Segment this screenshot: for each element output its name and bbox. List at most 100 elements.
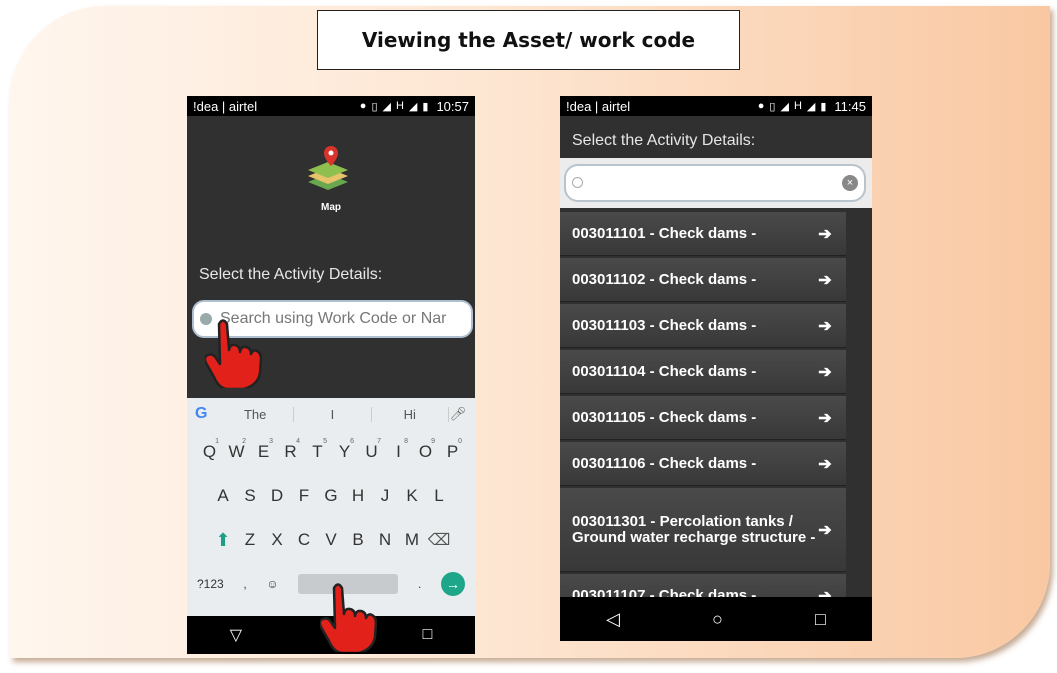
key-n[interactable]: N xyxy=(372,530,399,550)
key-e[interactable]: E xyxy=(258,442,269,461)
arrow-right-icon: ➔ xyxy=(818,521,832,539)
key-number-hint: 5 xyxy=(323,438,327,445)
keyboard-row-1: Q1W2E3R4T5Y6U7I8O9P0 xyxy=(187,430,475,474)
activity-item-label: 003011104 - Check dams - xyxy=(572,363,757,380)
key-cell: P0 xyxy=(439,438,466,462)
key-y[interactable]: Y xyxy=(339,442,350,461)
key-z[interactable]: Z xyxy=(237,530,264,550)
slide-background xyxy=(10,6,1050,658)
map-icon xyxy=(308,146,348,190)
arrow-right-icon: ➔ xyxy=(818,271,832,289)
status-bar: !dea | airtel ● ▯ ◢ H ◢ ▮ 11:45 xyxy=(560,96,872,116)
activity-item-label: 003011301 - Percolation tanks / Ground w… xyxy=(572,512,816,546)
google-icon[interactable]: G xyxy=(195,405,217,423)
arrow-right-icon: ➔ xyxy=(818,455,832,473)
back-icon[interactable]: ▽ xyxy=(230,625,242,645)
keyboard-row-2: ASDFGHJKL xyxy=(187,474,475,518)
activity-search-input[interactable]: × xyxy=(564,164,866,202)
key-f[interactable]: F xyxy=(291,486,318,506)
home-icon[interactable]: ○ xyxy=(712,609,723,630)
key-p[interactable]: P xyxy=(447,442,458,461)
recents-icon[interactable]: □ xyxy=(815,609,826,630)
key-v[interactable]: V xyxy=(318,530,345,550)
activity-list-item[interactable]: 003011101 - Check dams - ➔ xyxy=(560,212,846,256)
key-cell: U7 xyxy=(358,438,385,462)
signal-icon: ◢ xyxy=(806,100,816,113)
phone-screenshot-right: !dea | airtel ● ▯ ◢ H ◢ ▮ 11:45 Select t… xyxy=(560,96,872,641)
activity-list-item[interactable]: 003011105 - Check dams - ➔ xyxy=(560,396,846,440)
key-s[interactable]: S xyxy=(237,486,264,506)
key-cell: I8 xyxy=(385,438,412,462)
key-number-hint: 8 xyxy=(404,438,408,445)
key-c[interactable]: C xyxy=(291,530,318,550)
activity-list-item[interactable]: 003011301 - Percolation tanks / Ground w… xyxy=(560,488,846,572)
activity-details-heading: Select the Activity Details: xyxy=(572,132,756,149)
key-number-hint: 1 xyxy=(215,438,219,445)
key-h[interactable]: H xyxy=(345,486,372,506)
key-m[interactable]: M xyxy=(399,530,426,550)
key-cell: R4 xyxy=(277,438,304,462)
comma-key[interactable]: , xyxy=(243,577,246,591)
clear-icon[interactable]: × xyxy=(842,175,858,191)
key-cell: T5 xyxy=(304,438,331,462)
key-a[interactable]: A xyxy=(210,486,237,506)
network-type: H xyxy=(793,100,802,112)
key-t[interactable]: T xyxy=(312,442,322,461)
map-app-button[interactable]: Map xyxy=(187,116,475,236)
keyboard-row-3: ⬆ Z X C V B N M ⌫ xyxy=(187,518,475,562)
pointer-hand-icon xyxy=(205,319,263,388)
activity-list-item[interactable]: 003011106 - Check dams - ➔ xyxy=(560,442,846,486)
key-j[interactable]: J xyxy=(372,486,399,506)
vibrate-icon: ▯ xyxy=(769,100,776,113)
microphone-icon[interactable]: 🎤︎ xyxy=(449,406,467,422)
key-g[interactable]: G xyxy=(318,486,345,506)
suggestion-item[interactable]: Hi xyxy=(372,406,449,422)
numbers-key[interactable]: ?123 xyxy=(197,577,224,591)
key-i[interactable]: I xyxy=(396,442,401,461)
signal-icon: ◢ xyxy=(408,100,418,113)
key-cell: Y6 xyxy=(331,438,358,462)
key-number-hint: 4 xyxy=(296,438,300,445)
activity-item-label: 003011101 - Check dams - xyxy=(572,225,757,242)
backspace-icon[interactable]: ⌫ xyxy=(426,530,453,550)
recents-icon[interactable]: □ xyxy=(423,626,433,644)
signal-icon: ◢ xyxy=(382,100,391,113)
key-l[interactable]: L xyxy=(426,486,453,506)
vibrate-icon: ▯ xyxy=(371,100,378,113)
shift-key[interactable]: ⬆ xyxy=(210,530,237,551)
location-icon: ● xyxy=(757,100,765,112)
network-type: H xyxy=(395,100,404,112)
carrier-label: !dea | airtel xyxy=(566,98,631,114)
activity-list-item[interactable]: 003011103 - Check dams - ➔ xyxy=(560,304,846,348)
key-number-hint: 9 xyxy=(431,438,435,445)
key-u[interactable]: U xyxy=(365,442,377,461)
key-cell: O9 xyxy=(412,438,439,462)
period-key[interactable]: . xyxy=(418,577,421,591)
enter-key[interactable]: → xyxy=(440,572,465,596)
arrow-right-icon: ➔ xyxy=(818,363,832,381)
battery-icon: ▮ xyxy=(820,100,827,113)
activity-list-item[interactable]: 003011104 - Check dams - ➔ xyxy=(560,350,846,394)
activity-item-label: 003011102 - Check dams - xyxy=(572,271,757,288)
battery-icon: ▮ xyxy=(422,100,429,113)
pointer-hand-icon xyxy=(320,583,378,652)
key-x[interactable]: X xyxy=(264,530,291,550)
key-number-hint: 7 xyxy=(377,438,381,445)
suggestion-item[interactable]: The xyxy=(217,406,295,422)
key-r[interactable]: R xyxy=(284,442,296,461)
status-bar: !dea | airtel ● ▯ ◢ H ◢ ▮ 10:57 xyxy=(187,96,475,116)
suggestion-item[interactable]: I xyxy=(294,406,372,422)
key-number-hint: 0 xyxy=(458,438,462,445)
back-icon[interactable]: ◁ xyxy=(606,609,620,630)
clock: 11:45 xyxy=(834,98,866,114)
key-k[interactable]: K xyxy=(399,486,426,506)
activity-list-item[interactable]: 003011102 - Check dams - ➔ xyxy=(560,258,846,302)
key-b[interactable]: B xyxy=(345,530,372,550)
activity-item-label: 003011106 - Check dams - xyxy=(572,455,757,472)
activity-details-heading: Select the Activity Details: xyxy=(199,266,383,283)
emoji-icon[interactable]: ☺ xyxy=(266,577,278,591)
navigation-bar: ◁ ○ □ xyxy=(560,597,872,641)
key-cell: Q1 xyxy=(196,438,223,462)
key-d[interactable]: D xyxy=(264,486,291,506)
key-number-hint: 6 xyxy=(350,438,354,445)
